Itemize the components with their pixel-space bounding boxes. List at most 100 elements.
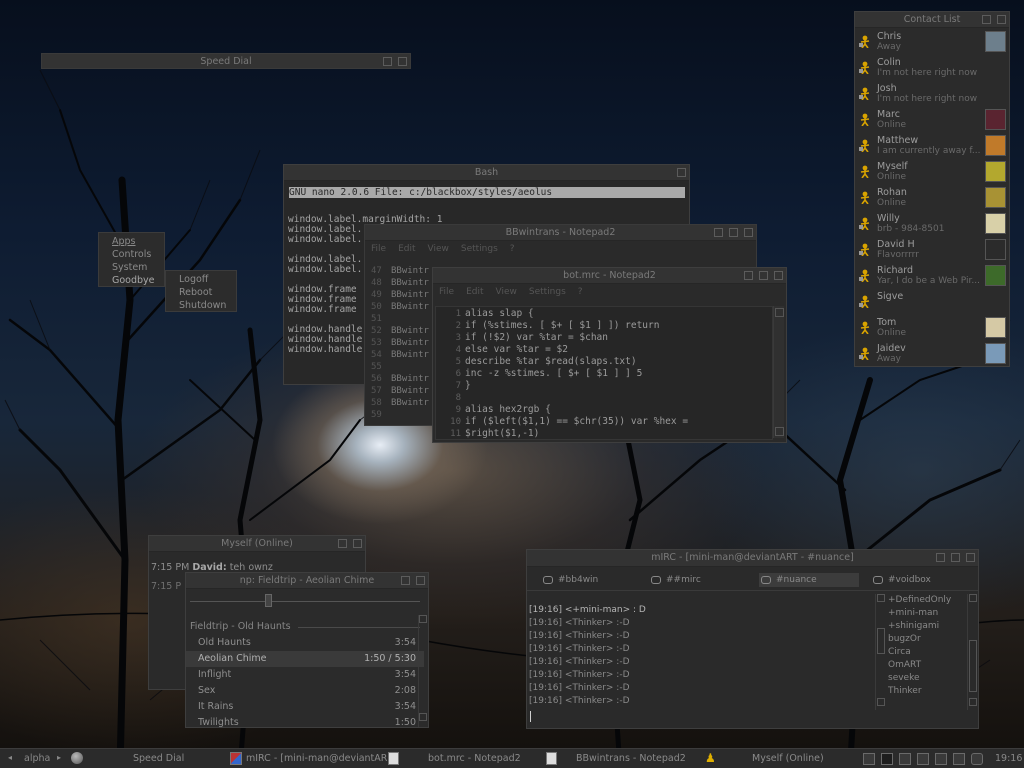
contact-item[interactable]: Sigve bbox=[855, 290, 1009, 316]
monitor-icon[interactable] bbox=[899, 753, 911, 765]
contact-item[interactable]: Matthew I am currently away f... bbox=[855, 134, 1009, 160]
contact-item[interactable]: Richard Yar, I do be a Web Pir... bbox=[855, 264, 1009, 290]
menu-item[interactable]: Edit bbox=[398, 244, 415, 254]
menu-item[interactable]: View bbox=[496, 287, 517, 297]
speed-dial-titlebar[interactable]: Speed Dial bbox=[42, 54, 410, 68]
maximize-button[interactable] bbox=[729, 228, 738, 237]
clock[interactable]: 19:16 bbox=[995, 753, 1022, 764]
menu-item[interactable]: View bbox=[428, 244, 449, 254]
track-item[interactable]: Old Haunts 3:54 bbox=[186, 635, 424, 651]
track-item[interactable]: Inflight 3:54 bbox=[186, 667, 424, 683]
menu-item[interactable]: Settings bbox=[529, 287, 566, 297]
contact-item[interactable]: Rohan Online bbox=[855, 186, 1009, 212]
minimize-button[interactable] bbox=[936, 553, 945, 562]
device-icon[interactable] bbox=[935, 753, 947, 765]
contact-item[interactable]: Marc Online bbox=[855, 108, 1009, 134]
menu-item-controls[interactable]: Controls bbox=[112, 249, 151, 260]
workspace-name[interactable]: alpha bbox=[24, 753, 50, 764]
seek-thumb[interactable] bbox=[265, 594, 273, 607]
bash-titlebar[interactable]: Bash bbox=[284, 165, 689, 181]
close-button[interactable] bbox=[997, 15, 1006, 24]
minimize-button[interactable] bbox=[338, 539, 347, 548]
track-item[interactable]: Aeolian Chime 1:50 / 5:30 bbox=[186, 651, 424, 667]
contact-item[interactable]: Colin I'm not here right now bbox=[855, 56, 1009, 82]
nick-item[interactable]: OmART bbox=[888, 660, 921, 670]
menu-item[interactable]: ? bbox=[578, 287, 583, 297]
playlist-scrollbar[interactable] bbox=[418, 615, 427, 727]
scroll-up-arrow[interactable] bbox=[775, 308, 784, 317]
task-speed-dial[interactable]: Speed Dial bbox=[133, 749, 184, 768]
nick-item[interactable]: bugzOr bbox=[888, 634, 921, 644]
contact-list-titlebar[interactable]: Contact List bbox=[855, 12, 1009, 28]
vertical-scrollbar[interactable] bbox=[773, 306, 784, 438]
tab-channel[interactable]: #voidbox bbox=[871, 573, 971, 587]
contact-item[interactable]: Willy brb - 984-8501 bbox=[855, 212, 1009, 238]
menu-item[interactable]: ? bbox=[510, 244, 515, 254]
workspace-next-arrow[interactable]: ▸ bbox=[57, 753, 61, 762]
mirc-titlebar[interactable]: mIRC - [mini-man@deviantART - #nuance] bbox=[527, 550, 978, 567]
tab-channel[interactable]: #nuance bbox=[759, 573, 859, 587]
nick-item[interactable]: Circa bbox=[888, 647, 911, 657]
close-button[interactable] bbox=[398, 57, 407, 66]
track-item[interactable]: It Rains 3:54 bbox=[186, 699, 424, 715]
minimize-button[interactable] bbox=[383, 57, 392, 66]
task-myself-online[interactable]: Myself (Online) bbox=[752, 749, 824, 768]
tab-channel[interactable]: ##mirc bbox=[649, 573, 749, 587]
contact-item[interactable]: Chris Away bbox=[855, 30, 1009, 56]
seek-bar[interactable] bbox=[190, 601, 420, 602]
menu-item-shutdown[interactable]: Shutdown bbox=[179, 300, 226, 311]
track-item[interactable]: Sex 2:08 bbox=[186, 683, 424, 699]
printer-icon[interactable] bbox=[971, 753, 983, 765]
menu-item-apps[interactable]: Apps bbox=[112, 236, 136, 247]
scroll-down-arrow[interactable] bbox=[969, 698, 977, 706]
close-button[interactable] bbox=[416, 576, 425, 585]
menu-item[interactable]: Edit bbox=[466, 287, 483, 297]
close-button[interactable] bbox=[774, 271, 783, 280]
speaker-icon[interactable] bbox=[863, 753, 875, 765]
menu-item[interactable]: Settings bbox=[461, 244, 498, 254]
close-button[interactable] bbox=[744, 228, 753, 237]
scroll-thumb[interactable] bbox=[969, 640, 977, 692]
player-titlebar[interactable]: np: Fieldtrip - Aeolian Chime bbox=[186, 573, 428, 589]
scroll-up-arrow[interactable] bbox=[969, 594, 977, 602]
menu-item[interactable]: File bbox=[439, 287, 454, 297]
globe-icon[interactable] bbox=[71, 752, 83, 764]
track-item[interactable]: Twilights 1:50 bbox=[186, 715, 424, 727]
maximize-button[interactable] bbox=[951, 553, 960, 562]
contact-item[interactable]: David H Flavorrrrr bbox=[855, 238, 1009, 264]
botmrc-titlebar[interactable]: bot.mrc - Notepad2 bbox=[433, 268, 786, 284]
close-button[interactable] bbox=[966, 553, 975, 562]
minimize-button[interactable] bbox=[982, 15, 991, 24]
minimize-button[interactable] bbox=[714, 228, 723, 237]
task-mirc[interactable]: mIRC - [mini-man@deviantAR... bbox=[246, 749, 396, 768]
message-scrollbar[interactable] bbox=[875, 594, 885, 710]
scroll-up-arrow[interactable] bbox=[419, 615, 427, 623]
nick-item[interactable]: Thinker bbox=[888, 686, 922, 696]
package-icon[interactable] bbox=[953, 753, 965, 765]
nick-item[interactable]: +DefinedOnly bbox=[888, 595, 951, 605]
menu-item[interactable]: File bbox=[371, 244, 386, 254]
contact-item[interactable]: Josh I'm not here right now bbox=[855, 82, 1009, 108]
maximize-button[interactable] bbox=[759, 271, 768, 280]
scroll-down-arrow[interactable] bbox=[877, 698, 885, 706]
scroll-thumb[interactable] bbox=[877, 628, 885, 654]
close-button[interactable] bbox=[677, 168, 686, 177]
message-input[interactable] bbox=[529, 710, 867, 723]
tab-channel[interactable]: #bb4win bbox=[541, 573, 641, 587]
menu-item-logoff[interactable]: Logoff bbox=[179, 274, 208, 285]
nick-scrollbar[interactable] bbox=[967, 594, 977, 710]
nick-item[interactable]: seveke bbox=[888, 673, 920, 683]
close-button[interactable] bbox=[353, 539, 362, 548]
menu-item-reboot[interactable]: Reboot bbox=[179, 287, 212, 298]
nick-item[interactable]: +mini-man bbox=[888, 608, 938, 618]
task-bbwintrans[interactable]: BBwintrans - Notepad2 bbox=[576, 749, 686, 768]
minimize-button[interactable] bbox=[744, 271, 753, 280]
menu-item-goodbye[interactable]: Goodbye bbox=[112, 275, 155, 286]
bbwintrans-titlebar[interactable]: BBwintrans - Notepad2 bbox=[365, 225, 756, 241]
network-icon[interactable] bbox=[917, 753, 929, 765]
nick-item[interactable]: +shinigami bbox=[888, 621, 939, 631]
contact-item[interactable]: Myself Online bbox=[855, 160, 1009, 186]
contact-item[interactable]: Jaidev Away bbox=[855, 342, 1009, 366]
contact-item[interactable]: Tom Online bbox=[855, 316, 1009, 342]
scroll-down-arrow[interactable] bbox=[775, 427, 784, 436]
